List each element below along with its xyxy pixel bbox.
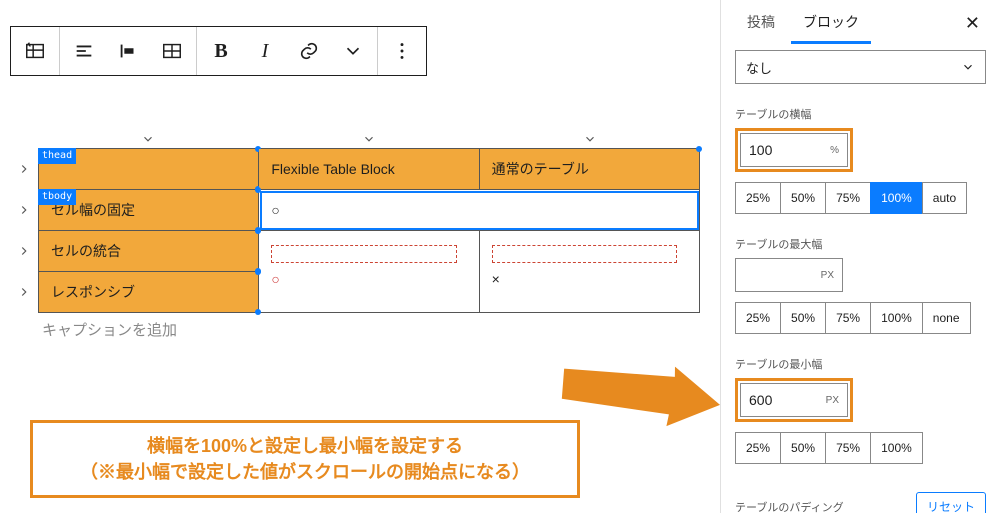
- empty-paragraph-indicator[interactable]: [492, 245, 678, 263]
- table-width-input[interactable]: 100 %: [740, 133, 848, 167]
- link-button[interactable]: [287, 27, 331, 75]
- callout-line1: 横幅を100%と設定し最小幅を設定する: [47, 433, 563, 459]
- bold-button[interactable]: B: [199, 27, 243, 75]
- preset-75[interactable]: 75%: [825, 182, 870, 214]
- input-value: 600: [749, 392, 772, 408]
- preset-25[interactable]: 25%: [735, 182, 780, 214]
- options-icon[interactable]: [380, 27, 424, 75]
- minwidth-presets: 25% 50% 75% 100%: [735, 432, 986, 464]
- table-edit-icon[interactable]: [150, 27, 194, 75]
- table-minwidth-input[interactable]: 600 PX: [740, 383, 848, 417]
- chevron-down-icon: [961, 60, 975, 74]
- cell-text: ×: [492, 271, 500, 287]
- maxwidth-presets: 25% 50% 75% 100% none: [735, 302, 986, 334]
- close-icon[interactable]: ✕: [959, 9, 986, 38]
- preset-75[interactable]: 75%: [825, 432, 870, 464]
- align-left-icon[interactable]: [106, 27, 150, 75]
- table-cell[interactable]: ×: [479, 231, 699, 313]
- column-handles: [38, 130, 700, 148]
- tab-post[interactable]: 投稿: [735, 2, 787, 44]
- header-cell[interactable]: thead: [39, 149, 259, 190]
- select-value: なし: [746, 58, 772, 77]
- reset-button[interactable]: リセット: [916, 492, 986, 513]
- more-rich-text-icon[interactable]: [331, 27, 375, 75]
- row-head-cell[interactable]: tbody セル幅の固定: [39, 190, 259, 231]
- align-icon[interactable]: [62, 27, 106, 75]
- row-handle[interactable]: [14, 271, 34, 312]
- flexible-table[interactable]: thead Flexible Table Block 通常のテーブル tbody…: [38, 148, 700, 313]
- style-select[interactable]: なし: [735, 50, 986, 84]
- table-maxwidth-input[interactable]: PX: [735, 258, 843, 292]
- col-handle[interactable]: [38, 130, 259, 148]
- preset-25[interactable]: 25%: [735, 302, 780, 334]
- empty-paragraph-indicator[interactable]: [271, 245, 457, 263]
- row-handle[interactable]: [14, 230, 34, 271]
- header-cell[interactable]: 通常のテーブル: [479, 149, 699, 190]
- table-width-label: テーブルの横幅: [735, 106, 986, 122]
- caption-input[interactable]: キャプションを追加: [38, 319, 700, 340]
- preset-50[interactable]: 50%: [780, 182, 825, 214]
- tbody-tag: tbody: [38, 189, 76, 205]
- col-handle[interactable]: [479, 130, 700, 148]
- table-cell[interactable]: ○: [259, 231, 479, 313]
- col-handle[interactable]: [259, 130, 480, 148]
- width-highlight: 100 %: [735, 128, 853, 172]
- cell-text: ○: [271, 271, 279, 287]
- preset-100[interactable]: 100%: [870, 432, 923, 464]
- table-maxwidth-label: テーブルの最大幅: [735, 236, 986, 252]
- thead-tag: thead: [38, 148, 76, 164]
- preset-100[interactable]: 100%: [870, 302, 922, 334]
- preset-none[interactable]: none: [922, 302, 971, 334]
- row-head-cell[interactable]: レスポンシブ: [39, 272, 259, 313]
- preset-100[interactable]: 100%: [870, 182, 922, 214]
- row-handle[interactable]: [14, 148, 34, 189]
- callout-line2: （※最小幅で設定した値がスクロールの開始点になる）: [47, 459, 563, 485]
- italic-button[interactable]: I: [243, 27, 287, 75]
- row-head-cell[interactable]: セルの統合: [39, 231, 259, 272]
- table-block-icon[interactable]: [13, 27, 57, 75]
- table-padding-label: テーブルのパディング: [735, 499, 844, 513]
- minwidth-highlight: 600 PX: [735, 378, 853, 422]
- table-minwidth-label: テーブルの最小幅: [735, 356, 986, 372]
- input-unit: PX: [821, 270, 834, 281]
- preset-50[interactable]: 50%: [780, 302, 825, 334]
- preset-75[interactable]: 75%: [825, 302, 870, 334]
- row-head-text: レスポンシブ: [51, 284, 135, 300]
- width-presets: 25% 50% 75% 100% auto: [735, 182, 986, 214]
- block-toolbar: B I: [10, 26, 427, 76]
- tab-block[interactable]: ブロック: [791, 2, 871, 44]
- callout-box: 横幅を100%と設定し最小幅を設定する （※最小幅で設定した値がスクロールの開始…: [30, 420, 580, 498]
- preset-25[interactable]: 25%: [735, 432, 780, 464]
- table-block[interactable]: thead Flexible Table Block 通常のテーブル tbody…: [38, 130, 700, 340]
- input-unit: PX: [826, 395, 839, 406]
- row-handles: [14, 148, 34, 312]
- preset-50[interactable]: 50%: [780, 432, 825, 464]
- sidebar-tabs: 投稿 ブロック ✕: [735, 0, 986, 46]
- header-text: 通常のテーブル: [492, 161, 589, 177]
- settings-sidebar: 投稿 ブロック ✕ なし テーブルの横幅 100 % 25% 50% 75% 1…: [720, 0, 1000, 513]
- row-head-text: セルの統合: [51, 243, 121, 259]
- input-unit: %: [830, 145, 839, 156]
- row-handle[interactable]: [14, 189, 34, 230]
- input-value: 100: [749, 142, 772, 158]
- table-cell-selected[interactable]: ○: [259, 190, 700, 231]
- header-cell[interactable]: Flexible Table Block: [259, 149, 479, 190]
- preset-auto[interactable]: auto: [922, 182, 967, 214]
